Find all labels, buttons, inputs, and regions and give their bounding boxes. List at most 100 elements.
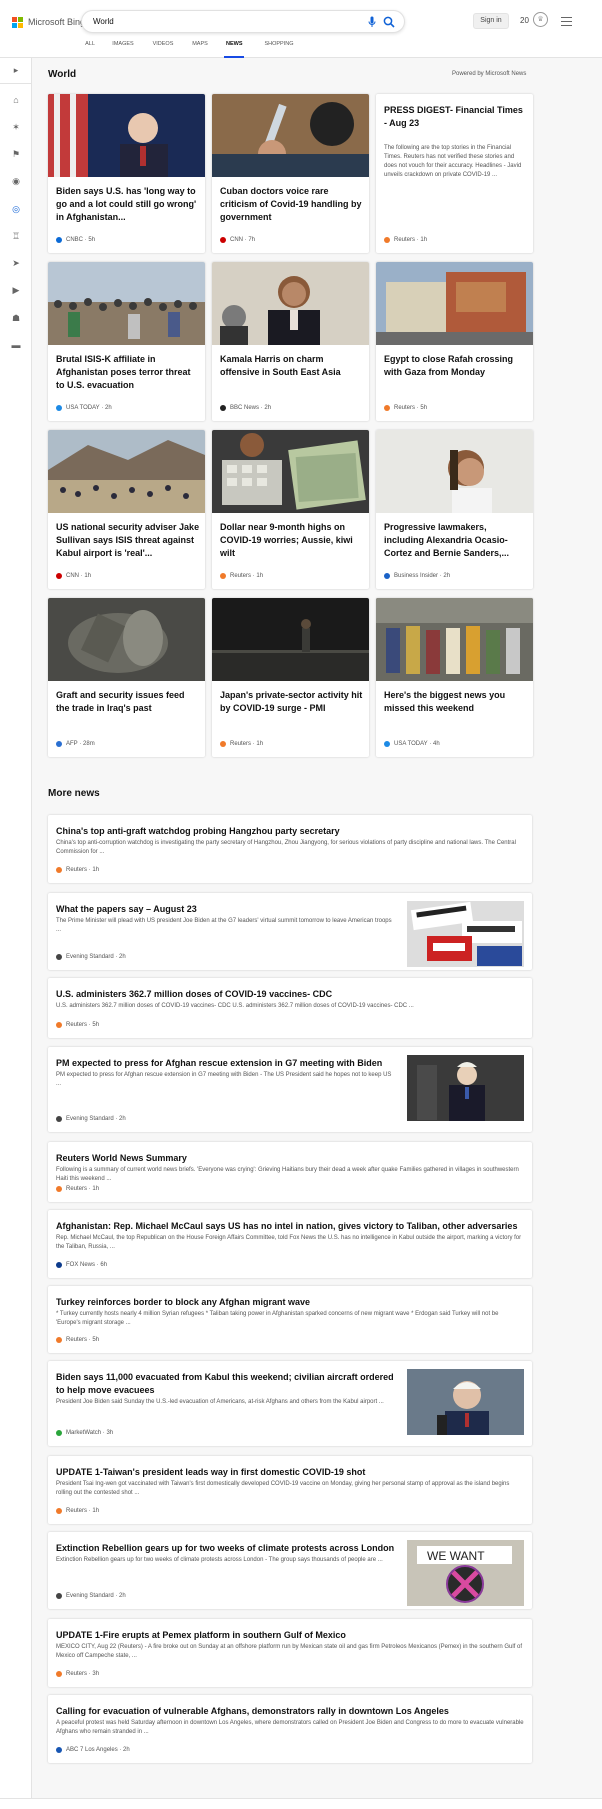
sidebar-collapse[interactable] xyxy=(0,58,32,84)
news-card[interactable]: Graft and security issues feed the trade… xyxy=(48,598,205,757)
news-card-headline[interactable]: Graft and security issues feed the trade… xyxy=(56,689,200,715)
more-news-headline[interactable]: Biden says 11,000 evacuated from Kabul t… xyxy=(56,1371,396,1397)
science-icon[interactable]: ✶ xyxy=(10,121,22,133)
more-news-item[interactable]: China's top anti-graft watchdog probing … xyxy=(48,815,532,883)
news-card-image[interactable] xyxy=(48,262,205,345)
news-card[interactable]: PRESS DIGEST- Financial Times - Aug 23 Th… xyxy=(376,94,533,253)
more-news-headline[interactable]: Calling for evacuation of vulnerable Afg… xyxy=(56,1705,524,1718)
news-card-headline[interactable]: Egypt to close Rafah crossing with Gaza … xyxy=(384,353,528,379)
news-card-source[interactable]: CNN · 1h xyxy=(56,573,91,579)
more-news-headline[interactable]: What the papers say – August 23 xyxy=(56,903,396,916)
more-news-source[interactable]: Evening Standard · 2h xyxy=(56,954,126,960)
search-icon[interactable] xyxy=(383,16,395,28)
hamburger-menu-icon[interactable] xyxy=(561,17,572,29)
news-card-image[interactable] xyxy=(212,598,369,681)
bing-logo[interactable]: Microsoft Bing xyxy=(12,15,85,29)
rewards-points[interactable]: 20 xyxy=(520,16,529,25)
news-card[interactable]: US national security adviser Jake Sulliv… xyxy=(48,430,205,589)
more-news-item[interactable]: Reuters World News Summary Following is a… xyxy=(48,1142,532,1202)
microphone-icon[interactable] xyxy=(368,16,376,28)
more-news-item[interactable]: Turkey reinforces border to block any Af… xyxy=(48,1286,532,1353)
more-news-headline[interactable]: U.S. administers 362.7 million doses of … xyxy=(56,988,524,1001)
news-card[interactable]: Progressive lawmakers, including Alexand… xyxy=(376,430,533,589)
more-news-item[interactable]: Calling for evacuation of vulnerable Afg… xyxy=(48,1695,532,1763)
home-icon[interactable]: ⌂ xyxy=(10,94,22,106)
news-card-image[interactable] xyxy=(48,430,205,513)
rocket-icon[interactable]: ➤ xyxy=(10,257,22,269)
tab-news[interactable]: NEWS xyxy=(224,41,244,58)
news-card[interactable]: Biden says U.S. has 'long way to go and … xyxy=(48,94,205,253)
news-card-source[interactable]: CNBC · 5h xyxy=(56,237,95,243)
more-news-source[interactable]: Reuters · 1h xyxy=(56,867,99,873)
news-card[interactable]: Here's the biggest news you missed this … xyxy=(376,598,533,757)
more-news-source[interactable]: Reuters · 5h xyxy=(56,1022,99,1028)
news-card-headline[interactable]: Kamala Harris on charm offensive in Sout… xyxy=(220,353,364,379)
more-news-source[interactable]: Evening Standard · 2h xyxy=(56,1593,126,1599)
more-news-headline[interactable]: Afghanistan: Rep. Michael McCaul says US… xyxy=(56,1220,524,1233)
tab-videos[interactable]: VIDEOS xyxy=(152,41,174,58)
news-card-source[interactable]: Reuters · 1h xyxy=(384,237,427,243)
trophy-icon[interactable]: ♖ xyxy=(10,230,22,242)
more-news-thumbnail[interactable] xyxy=(407,1369,524,1435)
news-card-headline[interactable]: Cuban doctors voice rare criticism of Co… xyxy=(220,185,364,224)
rewards-trophy-icon[interactable]: ♕ xyxy=(533,12,548,27)
news-card-source[interactable]: CNN · 7h xyxy=(220,237,255,243)
news-card-image[interactable] xyxy=(212,94,369,177)
news-card-image[interactable] xyxy=(48,598,205,681)
news-card-source[interactable]: USA TODAY · 2h xyxy=(56,405,112,411)
flag-icon[interactable]: ⚑ xyxy=(10,148,22,160)
more-news-source[interactable]: Evening Standard · 2h xyxy=(56,1116,126,1122)
news-card-headline[interactable]: Progressive lawmakers, including Alexand… xyxy=(384,521,528,560)
news-card-source[interactable]: Business Insider · 2h xyxy=(384,573,450,579)
more-news-headline[interactable]: Extinction Rebellion gears up for two we… xyxy=(56,1542,396,1555)
more-news-source[interactable]: Reuters · 1h xyxy=(56,1508,99,1514)
news-card-headline[interactable]: Brutal ISIS-K affiliate in Afghanistan p… xyxy=(56,353,200,392)
more-news-thumbnail[interactable] xyxy=(407,1055,524,1121)
sign-in-button[interactable]: Sign in xyxy=(473,13,509,29)
tab-maps[interactable]: MAPS xyxy=(191,41,209,58)
news-card-image[interactable] xyxy=(376,598,533,681)
tab-images[interactable]: IMAGES xyxy=(112,41,134,58)
news-card[interactable]: Cuban doctors voice rare criticism of Co… xyxy=(212,94,369,253)
news-card-image[interactable] xyxy=(212,430,369,513)
news-card-source[interactable]: Reuters · 1h xyxy=(220,741,263,747)
news-card-headline[interactable]: US national security adviser Jake Sulliv… xyxy=(56,521,200,560)
news-card-image[interactable] xyxy=(376,262,533,345)
more-news-item[interactable]: UPDATE 1-Fire erupts at Pemex platform i… xyxy=(48,1619,532,1687)
pin-icon[interactable]: ◉ xyxy=(10,175,22,187)
news-card-image[interactable] xyxy=(48,94,205,177)
more-news-source[interactable]: ABC 7 Los Angeles · 2h xyxy=(56,1747,130,1753)
news-card[interactable]: Kamala Harris on charm offensive in Sout… xyxy=(212,262,369,421)
news-card[interactable]: Japan's private-sector activity hit by C… xyxy=(212,598,369,757)
more-news-item[interactable]: Biden says 11,000 evacuated from Kabul t… xyxy=(48,1361,532,1446)
news-card-headline[interactable]: Dollar near 9-month highs on COVID-19 wo… xyxy=(220,521,364,560)
news-card-headline[interactable]: Biden says U.S. has 'long way to go and … xyxy=(56,185,200,224)
more-news-item[interactable]: What the papers say – August 23 The Prime… xyxy=(48,893,532,970)
news-card[interactable]: Egypt to close Rafah crossing with Gaza … xyxy=(376,262,533,421)
more-news-item[interactable]: U.S. administers 362.7 million doses of … xyxy=(48,978,532,1038)
search-box[interactable]: World xyxy=(81,10,405,33)
news-card-source[interactable]: BBC News · 2h xyxy=(220,405,271,411)
news-card[interactable]: Dollar near 9-month highs on COVID-19 wo… xyxy=(212,430,369,589)
tab-all[interactable]: ALL xyxy=(84,41,96,58)
more-news-headline[interactable]: UPDATE 1-Taiwan's president leads way in… xyxy=(56,1466,524,1479)
card-icon[interactable]: ▬ xyxy=(10,339,22,351)
more-news-source[interactable]: Reuters · 3h xyxy=(56,1671,99,1677)
more-news-item[interactable]: Extinction Rebellion gears up for two we… xyxy=(48,1532,532,1609)
more-news-headline[interactable]: Turkey reinforces border to block any Af… xyxy=(56,1296,524,1309)
news-card-source[interactable]: Reuters · 5h xyxy=(384,405,427,411)
more-news-headline[interactable]: China's top anti-graft watchdog probing … xyxy=(56,825,524,838)
news-card-source[interactable]: USA TODAY · 4h xyxy=(384,741,440,747)
more-news-item[interactable]: UPDATE 1-Taiwan's president leads way in… xyxy=(48,1456,532,1524)
more-news-headline[interactable]: UPDATE 1-Fire erupts at Pemex platform i… xyxy=(56,1629,524,1642)
news-card-headline[interactable]: PRESS DIGEST- Financial Times - Aug 23 xyxy=(384,104,528,130)
video-icon[interactable]: ▶ xyxy=(10,284,22,296)
news-card-image[interactable] xyxy=(212,262,369,345)
tab-shopping[interactable]: SHOPPING xyxy=(264,41,294,58)
search-input[interactable]: World xyxy=(93,17,114,26)
more-news-item[interactable]: Afghanistan: Rep. Michael McCaul says US… xyxy=(48,1210,532,1278)
news-card-headline[interactable]: Japan's private-sector activity hit by C… xyxy=(220,689,364,715)
bank-icon[interactable]: ☗ xyxy=(10,312,22,324)
more-news-item[interactable]: PM expected to press for Afghan rescue e… xyxy=(48,1047,532,1132)
news-card-headline[interactable]: Here's the biggest news you missed this … xyxy=(384,689,528,715)
